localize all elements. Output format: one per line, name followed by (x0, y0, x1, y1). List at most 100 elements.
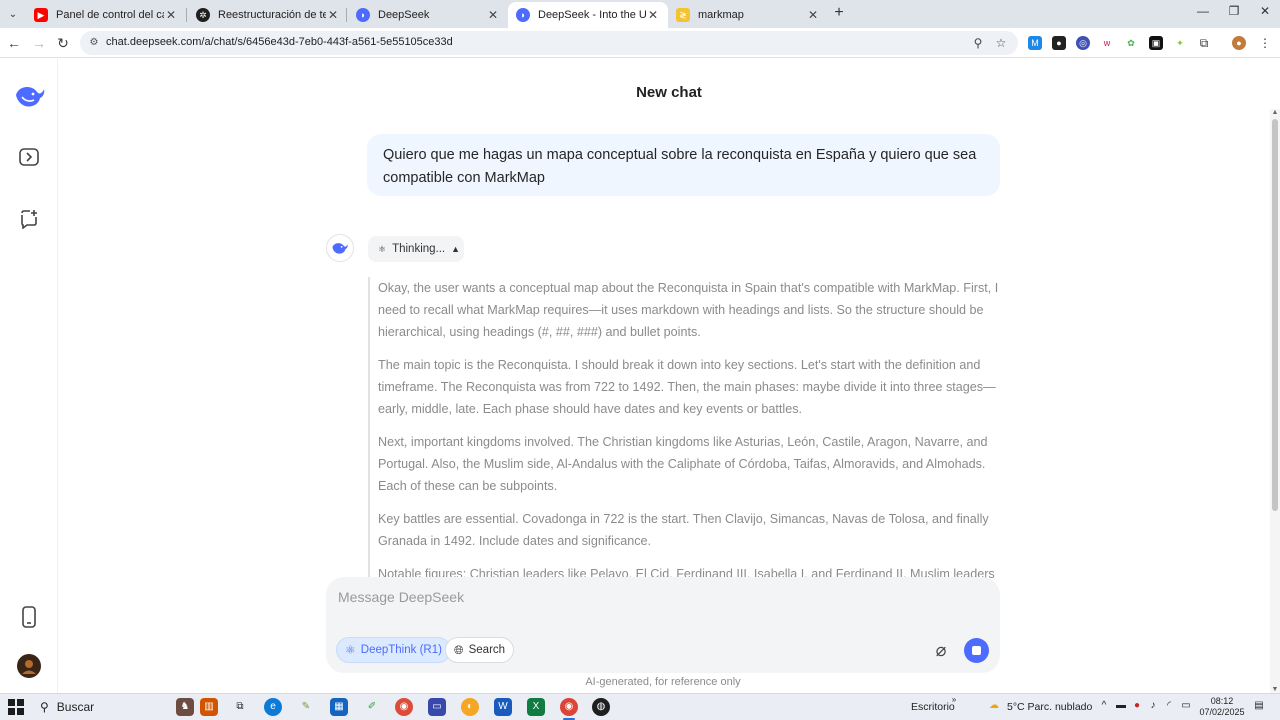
extension-circle-icon[interactable]: ● (1052, 36, 1066, 50)
youtube-icon: ▶ (34, 8, 48, 22)
tab-chatgpt[interactable]: ✲ Reestructuración de texto ✕ (188, 2, 348, 28)
tab-title: Panel de control del canal - You (56, 9, 164, 21)
word-icon[interactable]: W (494, 698, 512, 716)
mobile-app-icon[interactable] (15, 603, 43, 631)
tray-record-icon[interactable]: ● (1131, 700, 1143, 714)
close-tab-icon[interactable]: ✕ (164, 8, 178, 22)
tab-title: Reestructuración de texto (218, 9, 326, 21)
restore-icon[interactable]: ❐ (1219, 4, 1249, 22)
weather-icon[interactable]: ☁ (986, 700, 1002, 714)
bookmark-star-icon[interactable]: ☆ (993, 35, 1009, 51)
thinking-paragraph: Next, important kingdoms involved. The C… (378, 435, 988, 493)
thinking-label: Thinking... (392, 243, 446, 255)
chat-main: New chat Quiero que me hagas un mapa con… (58, 59, 1280, 693)
user-message: Quiero que me hagas un mapa conceptual s… (367, 134, 1000, 196)
wifi-icon[interactable]: ◜ (1163, 700, 1175, 714)
edge-icon[interactable]: e (264, 698, 282, 716)
thinking-toggle-button[interactable]: ⚛ Thinking... ▲ (368, 236, 464, 262)
extension-w-icon[interactable]: w (1100, 36, 1114, 50)
deepseek-logo-icon[interactable] (14, 80, 46, 112)
chat-title: New chat (636, 84, 702, 101)
notifications-icon[interactable]: ▤ (1252, 700, 1266, 714)
stop-generation-button[interactable] (964, 638, 989, 663)
extension-m-icon[interactable]: M (1028, 36, 1042, 50)
store-icon[interactable]: ▦ (330, 698, 348, 716)
zoom-icon[interactable]: ⚲ (970, 35, 986, 51)
profile-avatar[interactable]: ● (1232, 36, 1246, 50)
deepthink-button[interactable]: ⚛ DeepThink (R1) (336, 637, 451, 663)
clock[interactable]: 08:12 07/02/2025 (1198, 696, 1246, 718)
site-info-icon[interactable]: ⚙ (86, 35, 102, 51)
chrome-active-icon[interactable]: ◉ (560, 698, 578, 716)
volume-icon[interactable]: ♪ (1147, 700, 1159, 714)
close-tab-icon[interactable]: ✕ (646, 8, 660, 22)
tab-deepseek[interactable]: ◗ DeepSeek ✕ (348, 2, 508, 28)
tab-markmap[interactable]: ≷ markmap ✕ (668, 2, 828, 28)
file-explorer-icon[interactable]: ◐ (461, 698, 479, 716)
task-view-icon[interactable]: ⧉ (231, 698, 249, 716)
forward-icon[interactable]: → (30, 34, 48, 52)
desktop-app-icon[interactable]: ▭ (428, 698, 446, 716)
back-icon[interactable]: ← (5, 34, 23, 52)
tab-deepseek-active[interactable]: ◗ DeepSeek - Into the Unknown ✕ (508, 2, 668, 28)
scroll-thumb[interactable] (1272, 119, 1278, 511)
clock-date: 07/02/2025 (1199, 707, 1245, 717)
url-text[interactable]: chat.deepseek.com/a/chat/s/6456e43d-7eb0… (106, 36, 453, 48)
extension-bulb-icon[interactable]: ✦ (1173, 36, 1187, 50)
windows-start-icon[interactable] (8, 699, 24, 715)
pen-app-icon[interactable]: ✎ (297, 698, 315, 716)
chevron-right-icon[interactable]: » (948, 695, 960, 709)
tab-title: DeepSeek (378, 9, 430, 21)
obs-icon[interactable]: ◍ (592, 698, 610, 716)
close-tab-icon[interactable]: ✕ (806, 8, 820, 22)
chrome-icon[interactable]: ◉ (395, 698, 413, 716)
close-tab-icon[interactable]: ✕ (326, 8, 340, 22)
thinking-paragraph: The main topic is the Reconquista. I sho… (378, 358, 996, 416)
browser-menu-icon[interactable]: ⋮ (1258, 36, 1272, 50)
extensions-puzzle-icon[interactable]: ⧉ (1197, 36, 1211, 50)
address-bar[interactable]: ⚙ chat.deepseek.com/a/chat/s/6456e43d-7e… (80, 31, 1018, 55)
green-app-icon[interactable]: ✐ (363, 698, 381, 716)
markmap-icon: ≷ (676, 8, 690, 22)
reload-icon[interactable]: ↻ (54, 34, 72, 52)
attach-paperclip-icon[interactable]: ⌀ (930, 637, 952, 663)
taskbar-search[interactable]: ⚲ Buscar (34, 696, 224, 718)
thinking-content: Okay, the user wants a conceptual map ab… (368, 277, 1008, 580)
new-chat-icon[interactable] (15, 205, 43, 233)
thinking-paragraph: Okay, the user wants a conceptual map ab… (378, 281, 999, 339)
search-icon: ⚲ (40, 700, 49, 714)
tab-search-chevron-icon[interactable]: ⌄ (4, 5, 22, 23)
battery-icon[interactable]: ▭ (1180, 700, 1192, 714)
search-label: Search (468, 644, 506, 656)
scroll-up-icon[interactable]: ▲ (1270, 109, 1280, 116)
tray-app-icon[interactable]: ▬ (1115, 700, 1127, 714)
message-input[interactable] (338, 589, 938, 605)
extension-square-icon[interactable]: ▣ (1149, 36, 1163, 50)
tab-youtube-studio[interactable]: ▶ Panel de control del canal - You ✕ (26, 2, 186, 28)
tray-chevron-up-icon[interactable]: ^ (1098, 700, 1110, 714)
user-avatar[interactable] (15, 652, 43, 680)
search-highlight-books-icon[interactable]: ▥ (200, 698, 218, 716)
scroll-down-icon[interactable]: ▼ (1270, 686, 1280, 693)
tab-divider (186, 8, 187, 22)
weather-text[interactable]: 5°C Parc. nublado (1007, 701, 1092, 713)
scrollbar[interactable]: ▲ ▼ (1270, 109, 1280, 693)
close-tab-icon[interactable]: ✕ (486, 8, 500, 22)
excel-icon[interactable]: X (527, 698, 545, 716)
sidebar-toggle-icon[interactable] (15, 143, 43, 171)
deepseek-avatar-icon (326, 234, 354, 262)
chevron-up-icon: ▲ (451, 244, 461, 254)
sidebar (0, 59, 58, 693)
tab-title: DeepSeek - Into the Unknown (538, 9, 646, 21)
chatgpt-icon: ✲ (196, 8, 210, 22)
extension-blue-icon[interactable]: ◎ (1076, 36, 1090, 50)
search-highlight-icon[interactable]: ♞ (176, 698, 194, 716)
close-window-icon[interactable]: ✕ (1250, 4, 1280, 22)
taskbar: ⚲ Buscar ♞ ▥ ⧉ e ✎ ▦ ✐ ◉ ▭ ◐ W X ◉ ◍ Esc… (0, 693, 1280, 720)
extension-puzzle-green-icon[interactable]: ✿ (1124, 36, 1138, 50)
deepseek-icon: ◗ (356, 8, 370, 22)
stop-icon (972, 646, 981, 655)
new-tab-icon[interactable]: + (830, 5, 848, 23)
search-button[interactable]: 🌐︎ Search (445, 637, 515, 663)
minimize-icon[interactable]: — (1188, 4, 1218, 22)
